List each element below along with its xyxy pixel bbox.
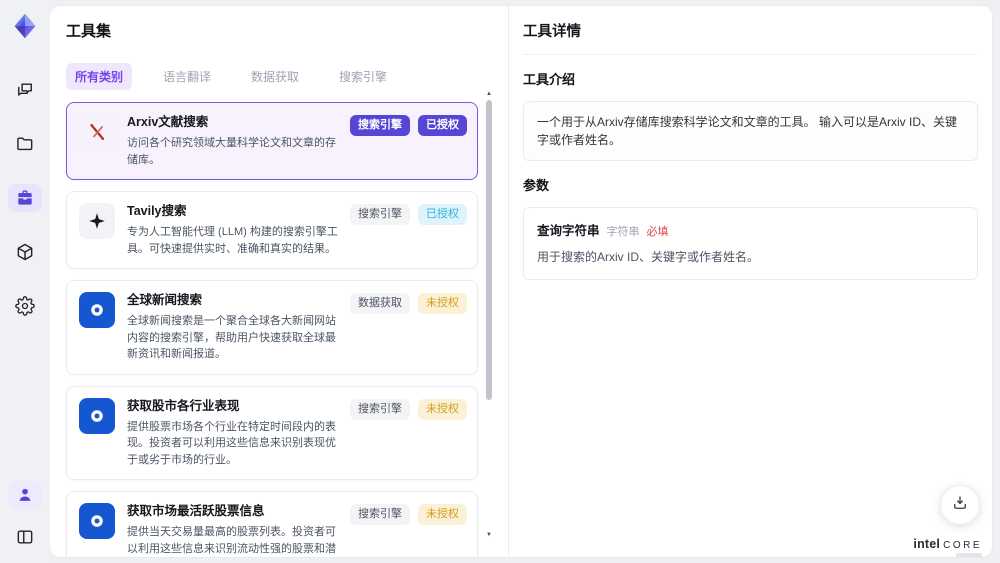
intel-core-logo: intel CORE bbox=[913, 537, 982, 557]
sidebar-item-chat[interactable] bbox=[8, 76, 42, 104]
param-required-badge: 必填 bbox=[646, 226, 669, 238]
tool-name: 获取市场最活跃股票信息 bbox=[127, 504, 265, 518]
tool-auth-badge: 未授权 bbox=[418, 293, 467, 314]
tool-auth-badge: 已授权 bbox=[418, 115, 467, 136]
tab-data-fetch[interactable]: 数据获取 bbox=[242, 63, 308, 90]
tool-category-badge: 数据获取 bbox=[350, 293, 410, 314]
tool-name: Arxiv文献搜索 bbox=[127, 115, 209, 129]
tab-translation[interactable]: 语言翻译 bbox=[154, 63, 220, 90]
tool-list-item[interactable]: Tavily搜索 专为人工智能代理 (LLM) 构建的搜索引擎工具。可快速提供实… bbox=[66, 191, 478, 269]
tool-details-panel: 工具详情 工具介绍 一个用于从Arxiv存储库搜索科学论文和文章的工具。 输入可… bbox=[508, 6, 992, 557]
sidebar-item-files[interactable] bbox=[8, 130, 42, 158]
chat-icon bbox=[15, 80, 35, 100]
tool-intro-text: 一个用于从Arxiv存储库搜索科学论文和文章的工具。 输入可以是Arxiv ID… bbox=[537, 115, 958, 147]
tools-panel: 工具集 所有类别 语言翻译 数据获取 搜索引擎 Arxiv文献搜索 访问各个研究… bbox=[50, 6, 508, 557]
parameter-card: 查询字符串 字符串 必填 用于搜索的Arxiv ID、关键字或作者姓名。 bbox=[523, 207, 978, 280]
tab-label: 所有类别 bbox=[75, 70, 124, 84]
user-profile-button[interactable] bbox=[8, 481, 42, 509]
toolbox-icon bbox=[15, 188, 35, 208]
category-tabs: 所有类别 语言翻译 数据获取 搜索引擎 bbox=[66, 63, 508, 90]
tool-list-item[interactable]: 全球新闻搜索 全球新闻搜索是一个聚合全球各大新闻网站内容的搜索引擎，帮助用户快速… bbox=[66, 280, 478, 375]
tab-label: 语言翻译 bbox=[163, 70, 212, 84]
params-heading: 参数 bbox=[523, 178, 550, 193]
param-name: 查询字符串 bbox=[537, 224, 600, 238]
tool-desc: 专为人工智能代理 (LLM) 构建的搜索引擎工具。可快速提供实时、准确和真实的结… bbox=[127, 226, 338, 255]
intro-heading: 工具介绍 bbox=[523, 72, 576, 87]
tavily-star-icon bbox=[79, 203, 115, 239]
collapse-panel-button[interactable] bbox=[8, 523, 42, 551]
param-desc: 用于搜索的Arxiv ID、关键字或作者姓名。 bbox=[537, 250, 760, 264]
details-title: 工具详情 bbox=[523, 20, 978, 55]
tool-desc: 访问各个研究领域大量科学论文和文章的存储库。 bbox=[127, 137, 336, 166]
arxiv-logo-icon bbox=[79, 114, 115, 150]
user-icon bbox=[15, 485, 35, 505]
tool-desc: 全球新闻搜索是一个聚合全球各大新闻网站内容的搜索引擎，帮助用户快速获取全球最新资… bbox=[127, 315, 336, 360]
param-type: 字符串 bbox=[606, 226, 640, 238]
tool-list-item[interactable]: Arxiv文献搜索 访问各个研究领域大量科学论文和文章的存储库。 搜索引擎 已授… bbox=[66, 102, 478, 180]
left-rail bbox=[0, 0, 50, 563]
tool-name: 获取股市各行业表现 bbox=[127, 398, 240, 413]
page-title: 工具集 bbox=[66, 23, 112, 40]
tool-list-item[interactable]: 获取市场最活跃股票信息 提供当天交易量最高的股票列表。投资者可以利用这些信息来识… bbox=[66, 491, 478, 557]
news-logo-icon bbox=[79, 292, 115, 328]
tab-all-categories[interactable]: 所有类别 bbox=[66, 63, 133, 90]
download-icon bbox=[951, 494, 969, 517]
tab-label: 数据获取 bbox=[251, 70, 300, 84]
tool-list: Arxiv文献搜索 访问各个研究领域大量科学论文和文章的存储库。 搜索引擎 已授… bbox=[66, 102, 478, 557]
sidebar-item-settings[interactable] bbox=[8, 292, 42, 320]
cube-icon bbox=[15, 242, 35, 262]
brand-core: CORE bbox=[943, 540, 982, 551]
gem-logo-icon bbox=[14, 13, 36, 39]
folder-icon bbox=[15, 134, 35, 154]
scrollbar-thumb[interactable] bbox=[486, 100, 492, 400]
tool-category-badge: 搜索引擎 bbox=[350, 204, 410, 225]
tab-label: 搜索引擎 bbox=[339, 70, 388, 84]
scroll-down-arrow[interactable]: ▼ bbox=[484, 531, 494, 539]
news-logo-icon bbox=[79, 503, 115, 539]
list-scrollbar[interactable]: ▲ ▼ bbox=[484, 90, 494, 549]
tool-category-badge: 搜索引擎 bbox=[350, 115, 410, 136]
tool-desc: 提供当天交易量最高的股票列表。投资者可以利用这些信息来识别流动性强的股票和潜在的… bbox=[127, 526, 336, 555]
download-button[interactable] bbox=[940, 485, 980, 525]
tool-auth-badge: 未授权 bbox=[418, 504, 467, 525]
news-logo-icon bbox=[79, 397, 115, 434]
tool-category-badge: 搜索引擎 bbox=[350, 504, 410, 525]
tool-intro-box: 一个用于从Arxiv存储库搜索科学论文和文章的工具。 输入可以是Arxiv ID… bbox=[523, 101, 978, 161]
sidebar-item-packages[interactable] bbox=[8, 238, 42, 266]
tool-list-item[interactable]: 获取股市各行业表现 提供股票市场各个行业在特定时间段内的表现。投资者可以利用这些… bbox=[66, 385, 478, 480]
main-card: 工具集 所有类别 语言翻译 数据获取 搜索引擎 Arxiv文献搜索 访问各个研究… bbox=[50, 6, 992, 557]
brand-intel: intel bbox=[913, 537, 941, 551]
app-logo[interactable] bbox=[9, 10, 41, 42]
tab-search-engine[interactable]: 搜索引擎 bbox=[330, 63, 396, 90]
tool-category-badge: 搜索引擎 bbox=[350, 398, 410, 420]
settings-icon bbox=[15, 296, 35, 316]
tool-desc: 提供股票市场各个行业在特定时间段内的表现。投资者可以利用这些信息来识别表现优于或… bbox=[127, 420, 336, 466]
sidebar-item-tools[interactable] bbox=[8, 184, 42, 212]
tool-auth-badge: 未授权 bbox=[418, 398, 467, 420]
brand-sub-mark bbox=[956, 553, 982, 557]
scroll-up-arrow[interactable]: ▲ bbox=[484, 90, 494, 98]
panel-toggle-icon bbox=[15, 527, 35, 547]
tool-name: Tavily搜索 bbox=[127, 204, 187, 218]
tool-name: 全球新闻搜索 bbox=[127, 293, 203, 307]
tool-auth-badge: 已授权 bbox=[418, 204, 467, 225]
